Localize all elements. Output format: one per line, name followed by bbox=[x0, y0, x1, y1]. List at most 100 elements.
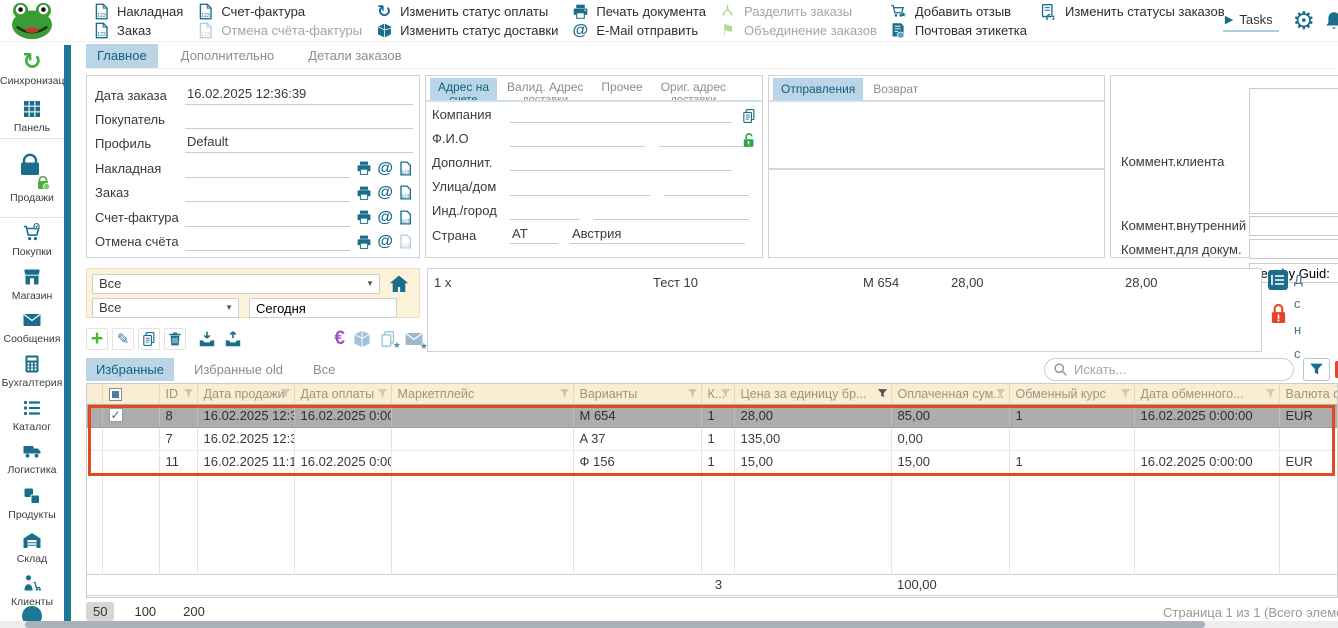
page-size-200[interactable]: 200 bbox=[176, 602, 212, 621]
home-icon[interactable] bbox=[388, 273, 410, 295]
order-date-field[interactable]: 16.02.2025 12:36:39 bbox=[185, 86, 413, 105]
col-exchange-date[interactable]: Дата обменного... bbox=[1134, 384, 1279, 404]
sidebar-item-warehouse[interactable]: Склад bbox=[0, 526, 64, 569]
tab-favorites[interactable]: Избранные bbox=[86, 358, 174, 381]
tab-additional[interactable]: Дополнительно bbox=[170, 44, 286, 68]
funnel-icon[interactable] bbox=[1265, 388, 1276, 399]
period-input[interactable] bbox=[249, 298, 397, 318]
sidebar-item-sync[interactable]: ↻ Синхронизация bbox=[0, 42, 64, 94]
delivery-note-button[interactable]: 123 Накладная bbox=[92, 2, 183, 21]
sidebar-item-messages[interactable]: Сообщения bbox=[0, 307, 64, 348]
row-checkbox-checked[interactable]: ✓ bbox=[109, 408, 123, 422]
merge-orders-button[interactable]: ⚑ Объединение заказов bbox=[719, 21, 877, 40]
company-field[interactable] bbox=[510, 105, 732, 123]
tab-valid-address[interactable]: Валид. Адресдоставки bbox=[499, 78, 591, 102]
sidebar-item-sales[interactable]: Продажи bbox=[0, 138, 64, 218]
status-filter-select[interactable]: Все bbox=[92, 274, 380, 294]
col-id[interactable]: ID bbox=[159, 384, 197, 404]
funnel-icon[interactable] bbox=[1120, 388, 1131, 399]
funnel-icon[interactable] bbox=[687, 388, 698, 399]
print-icon[interactable] bbox=[356, 209, 372, 225]
sidebar-item-accounting[interactable]: Бухгалтерия bbox=[0, 348, 64, 394]
sidebar-item-catalog[interactable]: Каталог bbox=[0, 394, 64, 436]
last-name-field[interactable] bbox=[659, 129, 749, 147]
scrollbar-thumb[interactable] bbox=[25, 621, 1205, 628]
delivery-note-field[interactable] bbox=[185, 159, 350, 178]
sidebar-item-shop[interactable]: Магазин bbox=[0, 262, 64, 307]
table-row[interactable]: ✓ 816.02.2025 12:36:3916.02.2025 0:00:00… bbox=[87, 404, 1338, 427]
funnel-icon[interactable] bbox=[995, 388, 1006, 399]
col-marketplace[interactable]: Маркетплейс bbox=[391, 384, 573, 404]
col-unit-price[interactable]: Цена за единицу бр... bbox=[734, 384, 891, 404]
house-field[interactable] bbox=[664, 178, 749, 196]
sidebar-item-logistics[interactable]: Логистика bbox=[0, 436, 64, 481]
split-orders-button[interactable]: Разделить заказы bbox=[719, 2, 877, 21]
page-size-50[interactable]: 50 bbox=[86, 602, 114, 621]
col-exchange-rate[interactable]: Обменный курс bbox=[1009, 384, 1134, 404]
sidebar-item-purchases[interactable]: Покупки bbox=[0, 218, 64, 262]
type-filter-select[interactable]: Все bbox=[92, 298, 239, 318]
internal-comment-input[interactable] bbox=[1249, 216, 1338, 236]
page-size-100[interactable]: 100 bbox=[127, 602, 163, 621]
app-logo-frog[interactable] bbox=[8, 1, 56, 41]
col-sale-date[interactable]: Дата продажи bbox=[197, 384, 294, 404]
doc-123-icon[interactable]: 123 bbox=[398, 161, 413, 176]
additional-field[interactable] bbox=[510, 153, 732, 171]
print-icon[interactable] bbox=[356, 160, 372, 176]
tab-order-details[interactable]: Детали заказов bbox=[297, 44, 412, 68]
funnel-icon[interactable] bbox=[280, 388, 291, 399]
copy-button[interactable] bbox=[138, 328, 160, 350]
tab-all[interactable]: Все bbox=[303, 358, 345, 381]
city-field[interactable] bbox=[594, 202, 749, 220]
change-order-statuses-button[interactable]: Изменить статусы заказов bbox=[1040, 2, 1225, 21]
tab-favorites-old[interactable]: Избранные old bbox=[184, 358, 293, 381]
add-review-button[interactable]: Добавить отзыв bbox=[890, 2, 1027, 21]
unlock-icon[interactable] bbox=[741, 132, 757, 148]
col-qty[interactable]: К... bbox=[701, 384, 734, 404]
client-comment-textarea[interactable] bbox=[1249, 88, 1338, 214]
horizontal-scrollbar[interactable] bbox=[0, 621, 1338, 628]
package-light-icon[interactable] bbox=[352, 329, 372, 349]
doc-123-icon[interactable]: 123 bbox=[398, 185, 413, 200]
buyer-field[interactable] bbox=[185, 110, 413, 129]
tab-other[interactable]: Прочее bbox=[593, 78, 650, 102]
mail-star-icon[interactable]: ★ bbox=[404, 329, 424, 349]
document-comment-input[interactable] bbox=[1249, 239, 1338, 259]
street-field[interactable] bbox=[510, 178, 650, 196]
search-input[interactable] bbox=[1074, 362, 1264, 377]
email-icon[interactable]: @ bbox=[377, 234, 393, 249]
sidebar-item-dashboard[interactable]: Панель bbox=[0, 94, 64, 138]
settings-gear-icon[interactable]: ⚙ bbox=[1293, 9, 1315, 34]
funnel-icon[interactable] bbox=[183, 388, 194, 399]
tasks-link[interactable]: ▶ Tasks bbox=[1223, 10, 1279, 32]
funnel-active-icon[interactable] bbox=[877, 388, 888, 399]
country-code-field[interactable]: AT bbox=[510, 226, 558, 244]
sidebar-item-clients[interactable]: Клиенты bbox=[0, 569, 64, 611]
lock-red-icon[interactable] bbox=[1269, 302, 1288, 325]
country-name-field[interactable]: Австрия bbox=[570, 226, 745, 244]
change-delivery-status-button[interactable]: Изменить статус доставки bbox=[375, 21, 558, 40]
tab-billing-address[interactable]: Адрес насчете bbox=[430, 78, 497, 102]
import-button[interactable] bbox=[196, 328, 218, 350]
col-paid-sum[interactable]: Оплаченная сум... bbox=[891, 384, 1009, 404]
email-icon[interactable]: @ bbox=[377, 185, 393, 200]
cancel-invoice-button[interactable]: 123 Отмена счёта-фактуры bbox=[196, 21, 362, 40]
doc-star-icon[interactable]: ★ bbox=[379, 330, 397, 348]
tab-main[interactable]: Главное bbox=[86, 44, 158, 68]
add-button[interactable]: + bbox=[86, 328, 108, 350]
invoice-field[interactable] bbox=[185, 208, 350, 227]
funnel-icon[interactable] bbox=[559, 388, 570, 399]
col-currency[interactable]: Валюта о bbox=[1279, 384, 1338, 404]
col-variants[interactable]: Варианты bbox=[573, 384, 701, 404]
funnel-icon[interactable] bbox=[377, 388, 388, 399]
profile-field[interactable]: Default bbox=[185, 134, 413, 153]
export-button[interactable] bbox=[222, 328, 244, 350]
change-payment-status-button[interactable]: ↻ Изменить статус оплаты bbox=[375, 2, 558, 21]
order-button[interactable]: 123 Заказ bbox=[92, 21, 183, 40]
doc-list-icon[interactable] bbox=[1268, 270, 1288, 290]
copy-address-icon[interactable] bbox=[741, 108, 757, 124]
first-name-field[interactable] bbox=[510, 129, 645, 147]
print-document-button[interactable]: Печать документа bbox=[571, 2, 706, 21]
invoice-button[interactable]: 123 Счет-фактура bbox=[196, 2, 362, 21]
shipping-label-button[interactable]: Почтовая этикетка bbox=[890, 21, 1027, 40]
